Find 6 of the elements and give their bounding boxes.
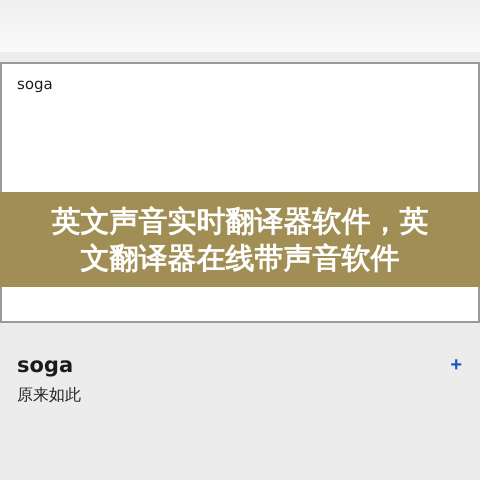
input-field-bottom[interactable] xyxy=(0,287,480,323)
translation-text: 原来如此 xyxy=(17,385,82,406)
banner-title: 英文声音实时翻译器软件，英文翻译器在线带声音软件 xyxy=(50,202,430,276)
add-button[interactable]: + xyxy=(448,355,464,375)
input-field[interactable]: soga xyxy=(0,62,480,192)
result-word: soga xyxy=(17,353,74,377)
